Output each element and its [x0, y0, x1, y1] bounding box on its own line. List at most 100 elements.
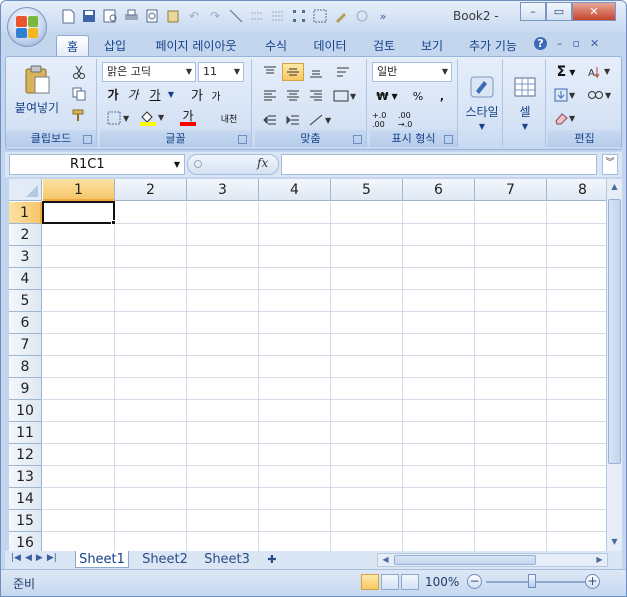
bold-button[interactable]: 가	[104, 85, 122, 103]
normal-view-icon[interactable]	[361, 574, 379, 590]
ribbon-close-button[interactable]: ✕	[590, 37, 599, 50]
row-header[interactable]: 10	[9, 400, 42, 422]
row-header[interactable]: 2	[9, 224, 42, 246]
new-document-icon[interactable]	[59, 7, 77, 25]
zoom-level[interactable]: 100%	[425, 575, 459, 589]
zoom-out-button[interactable]: −	[467, 574, 482, 589]
clear-icon[interactable]	[353, 7, 371, 25]
print-preview-icon[interactable]	[101, 7, 119, 25]
align-objects-icon[interactable]	[269, 7, 287, 25]
increase-decimal-button[interactable]: +.0 .00	[372, 111, 396, 129]
first-sheet-icon[interactable]: |◀	[11, 553, 21, 563]
paste-button[interactable]: 붙여넣기	[12, 61, 62, 119]
print-icon[interactable]	[122, 7, 140, 25]
quick-print-icon[interactable]	[143, 7, 161, 25]
last-sheet-icon[interactable]: ▶|	[47, 553, 57, 563]
insert-sheet-icon[interactable]: ✚	[261, 551, 283, 568]
borders-icon[interactable]	[248, 7, 266, 25]
align-right-icon[interactable]	[305, 87, 327, 105]
row-header[interactable]: 6	[9, 312, 42, 334]
clipboard-dialog-launcher[interactable]	[83, 135, 92, 144]
name-box[interactable]: R1C1 ▼	[9, 154, 185, 175]
ribbon-restore-button[interactable]: ▫	[573, 37, 580, 50]
align-left-icon[interactable]	[259, 87, 281, 105]
underline-dropdown-icon[interactable]: ▼	[166, 85, 176, 103]
cells-button[interactable]: 셀 ▼	[505, 61, 545, 145]
sheet-tab-1[interactable]: Sheet1	[75, 551, 129, 568]
line-icon[interactable]	[227, 7, 245, 25]
clear-format-icon[interactable]: ▼	[552, 109, 580, 127]
vertical-scrollbar[interactable]: ▲ ▼	[606, 179, 622, 551]
row-header[interactable]: 1	[9, 202, 42, 224]
decrease-indent-icon[interactable]	[259, 111, 281, 129]
cell-area[interactable]	[43, 202, 606, 551]
column-header[interactable]: 6	[403, 179, 475, 201]
copy-icon[interactable]	[68, 85, 90, 103]
comma-button[interactable]: ,	[432, 87, 452, 105]
close-window-button[interactable]: ✕	[572, 2, 616, 21]
row-header[interactable]: 11	[9, 422, 42, 444]
page-break-view-icon[interactable]	[401, 574, 419, 590]
zoom-in-button[interactable]: +	[585, 574, 600, 589]
increase-indent-icon[interactable]	[282, 111, 304, 129]
vertical-scroll-thumb[interactable]	[608, 199, 621, 464]
expand-formula-bar-icon[interactable]: ︾	[602, 154, 618, 175]
decrease-decimal-button[interactable]: .00 →.0	[398, 111, 422, 129]
next-sheet-icon[interactable]: ▶	[36, 553, 43, 563]
row-header[interactable]: 5	[9, 290, 42, 312]
format-painter-icon[interactable]	[68, 107, 90, 125]
column-header[interactable]: 4	[259, 179, 331, 201]
alignment-dialog-launcher[interactable]	[353, 135, 362, 144]
office-button[interactable]	[7, 7, 47, 47]
row-header[interactable]: 9	[9, 378, 42, 400]
font-size-combo[interactable]: 11 ▼	[198, 62, 244, 82]
tab-add-ins[interactable]: 추가 기능	[463, 35, 523, 57]
sort-filter-icon[interactable]: A ▼	[584, 63, 616, 81]
wrap-text-icon[interactable]	[333, 63, 353, 81]
column-header[interactable]: 3	[187, 179, 259, 201]
tab-page-layout[interactable]: 페이지 레이아웃	[147, 35, 245, 57]
percent-button[interactable]: %	[408, 87, 428, 105]
minimize-window-button[interactable]: –	[520, 2, 546, 21]
autosum-button[interactable]: Σ ▼	[552, 63, 580, 81]
help-icon[interactable]: ?	[534, 37, 547, 50]
tab-review[interactable]: 검토	[367, 35, 401, 57]
font-name-combo[interactable]: 맑은 고딕 ▼	[102, 62, 196, 82]
sheet-tab-2[interactable]: Sheet2	[137, 551, 193, 568]
fill-icon[interactable]: ▼	[552, 86, 580, 104]
cell-borders-icon[interactable]	[311, 7, 329, 25]
tab-data[interactable]: 데이터	[307, 35, 353, 57]
column-header[interactable]: 5	[331, 179, 403, 201]
maximize-window-button[interactable]: ▭	[546, 2, 572, 21]
scroll-right-icon[interactable]: ▶	[592, 552, 607, 568]
row-header[interactable]: 8	[9, 356, 42, 378]
font-color-button[interactable]: 가	[174, 109, 202, 127]
styles-button[interactable]: 스타일 ▼	[462, 61, 502, 145]
tab-home[interactable]: 홈	[56, 35, 89, 57]
scroll-up-icon[interactable]: ▲	[607, 179, 622, 195]
paste-special-icon[interactable]	[164, 7, 182, 25]
row-header[interactable]: 7	[9, 334, 42, 356]
column-header[interactable]: 8	[547, 179, 606, 201]
find-select-icon[interactable]: ▼	[584, 86, 616, 104]
horizontal-scroll-thumb[interactable]	[394, 555, 536, 565]
prev-sheet-icon[interactable]: ◀	[25, 553, 32, 563]
number-format-combo[interactable]: 일반 ▼	[372, 62, 452, 82]
phonetic-button[interactable]: 내천	[212, 109, 246, 127]
save-icon[interactable]	[80, 7, 98, 25]
align-middle-icon[interactable]	[282, 63, 304, 81]
borders-button[interactable]: ▼	[104, 109, 134, 127]
ribbon-minimize-button[interactable]: –	[557, 37, 563, 50]
row-header[interactable]: 14	[9, 488, 42, 510]
select-all-button[interactable]	[9, 179, 42, 201]
tab-insert[interactable]: 삽입	[97, 35, 133, 57]
row-header[interactable]: 3	[9, 246, 42, 268]
align-bottom-icon[interactable]	[305, 63, 327, 81]
formula-input[interactable]	[281, 154, 597, 175]
merge-center-icon[interactable]: ▼	[331, 87, 359, 105]
scroll-left-icon[interactable]: ◀	[378, 552, 393, 568]
column-header[interactable]: 2	[115, 179, 187, 201]
grow-font-button[interactable]: 가	[188, 85, 206, 104]
tab-view[interactable]: 보기	[415, 35, 449, 57]
more-commands-icon[interactable]: »	[374, 7, 392, 25]
